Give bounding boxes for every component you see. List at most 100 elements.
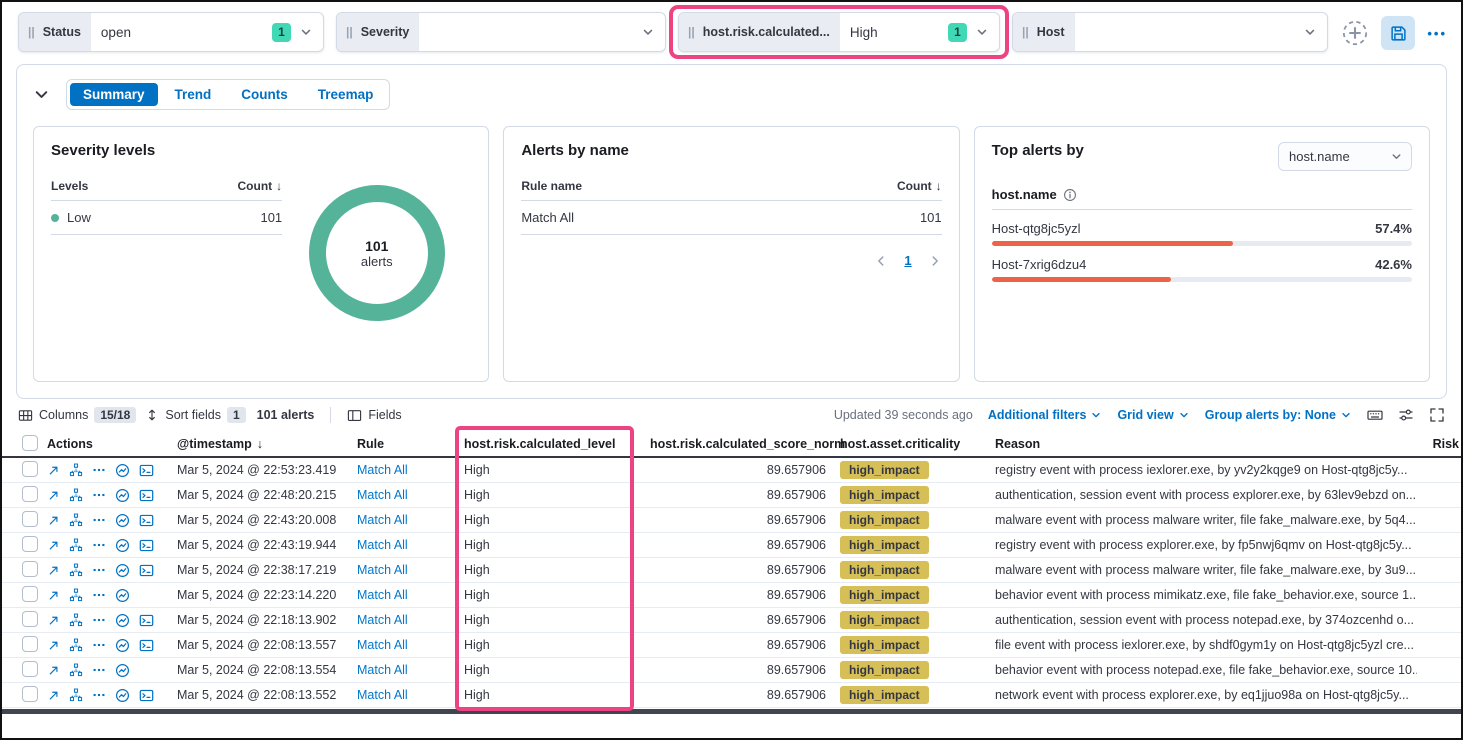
investigate-in-timeline-button[interactable] [115, 663, 130, 678]
header-risk-score[interactable]: host.risk.calculated_score_norm [650, 437, 840, 451]
group-alerts-by-button[interactable]: Group alerts by: None [1205, 408, 1352, 422]
analyzer-button[interactable] [69, 638, 83, 652]
row-checkbox[interactable] [22, 461, 38, 477]
alert-rule-link[interactable]: Match All [357, 463, 408, 477]
tab-treemap[interactable]: Treemap [305, 83, 387, 106]
alert-rule-link[interactable]: Match All [357, 663, 408, 677]
previous-page-button[interactable] [874, 254, 888, 268]
more-actions-button[interactable] [92, 663, 106, 677]
alert-rule-link[interactable]: Match All [357, 638, 408, 652]
save-query-button[interactable] [1381, 16, 1415, 50]
investigate-in-timeline-button[interactable] [115, 588, 130, 603]
filter-pill-host[interactable]: || Host [1012, 12, 1328, 52]
row-checkbox[interactable] [22, 586, 38, 602]
column-header-count[interactable]: Count ↓ [897, 179, 942, 193]
expand-alert-button[interactable] [47, 664, 60, 677]
analyzer-button[interactable] [69, 663, 83, 677]
expand-alert-button[interactable] [47, 514, 60, 527]
row-checkbox[interactable] [22, 686, 38, 702]
collapse-section-button[interactable] [33, 86, 50, 103]
expand-alert-button[interactable] [47, 639, 60, 652]
investigate-in-timeline-button[interactable] [115, 538, 130, 553]
session-view-button[interactable] [139, 463, 154, 478]
horizontal-scrollbar[interactable] [2, 709, 1461, 714]
alert-rule-link[interactable]: Match All [357, 488, 408, 502]
investigate-in-timeline-button[interactable] [115, 513, 130, 528]
tab-summary[interactable]: Summary [70, 83, 158, 106]
header-rule[interactable]: Rule [357, 437, 464, 451]
more-actions-button[interactable] [92, 613, 106, 627]
add-filter-button[interactable] [1341, 19, 1369, 47]
next-page-button[interactable] [928, 254, 942, 268]
grid-view-button[interactable]: Grid view [1117, 408, 1189, 422]
page-number-1[interactable]: 1 [904, 253, 911, 268]
expand-alert-button[interactable] [47, 614, 60, 627]
header-risk-level[interactable]: host.risk.calculated_level [464, 437, 650, 451]
header-criticality[interactable]: host.asset.criticality [840, 437, 995, 451]
analyzer-button[interactable] [69, 488, 83, 502]
row-checkbox[interactable] [22, 486, 38, 502]
analyzer-button[interactable] [69, 513, 83, 527]
alert-rule-link[interactable]: Match All [357, 538, 408, 552]
select-all-checkbox[interactable] [22, 435, 38, 451]
investigate-in-timeline-button[interactable] [115, 613, 130, 628]
tab-counts[interactable]: Counts [228, 83, 301, 106]
row-checkbox[interactable] [22, 661, 38, 677]
investigate-in-timeline-button[interactable] [115, 488, 130, 503]
fullscreen-button[interactable] [1429, 407, 1445, 423]
more-actions-button[interactable] [92, 588, 106, 602]
column-header-count[interactable]: Count ↓ [238, 179, 283, 193]
analyzer-button[interactable] [69, 688, 83, 702]
expand-alert-button[interactable] [47, 464, 60, 477]
investigate-in-timeline-button[interactable] [115, 463, 130, 478]
investigate-in-timeline-button[interactable] [115, 638, 130, 653]
display-options-button[interactable] [1398, 407, 1414, 423]
sort-fields-button[interactable]: Sort fields 1 [145, 407, 245, 423]
info-icon[interactable] [1063, 188, 1077, 202]
analyzer-button[interactable] [69, 613, 83, 627]
more-actions-button[interactable] [92, 638, 106, 652]
top-alerts-field-select[interactable]: host.name [1278, 142, 1412, 171]
analyzer-button[interactable] [69, 563, 83, 577]
row-checkbox[interactable] [22, 636, 38, 652]
tab-trend[interactable]: Trend [162, 83, 225, 106]
fields-button[interactable]: Fields [347, 408, 401, 423]
analyzer-button[interactable] [69, 463, 83, 477]
analyzer-button[interactable] [69, 588, 83, 602]
expand-alert-button[interactable] [47, 489, 60, 502]
filter-pill-host-risk[interactable]: || host.risk.calculated... High 1 [678, 12, 1000, 52]
column-header-levels[interactable]: Levels [51, 179, 88, 193]
expand-alert-button[interactable] [47, 564, 60, 577]
session-view-button[interactable] [139, 563, 154, 578]
column-header-rule-name[interactable]: Rule name [521, 179, 582, 193]
session-view-button[interactable] [139, 513, 154, 528]
row-checkbox[interactable] [22, 536, 38, 552]
more-actions-button[interactable] [92, 538, 106, 552]
investigate-in-timeline-button[interactable] [115, 563, 130, 578]
session-view-button[interactable] [139, 488, 154, 503]
alert-rule-link[interactable]: Match All [357, 688, 408, 702]
row-checkbox[interactable] [22, 561, 38, 577]
investigate-in-timeline-button[interactable] [115, 688, 130, 703]
row-checkbox[interactable] [22, 611, 38, 627]
additional-filters-button[interactable]: Additional filters [988, 408, 1103, 422]
saved-query-menu-button[interactable]: ••• [1427, 26, 1447, 41]
header-reason[interactable]: Reason [995, 437, 1417, 451]
keyboard-shortcuts-button[interactable] [1367, 407, 1383, 423]
more-actions-button[interactable] [92, 463, 106, 477]
filter-pill-status[interactable]: || Status open 1 [18, 12, 324, 52]
expand-alert-button[interactable] [47, 689, 60, 702]
session-view-button[interactable] [139, 638, 154, 653]
analyzer-button[interactable] [69, 538, 83, 552]
alert-rule-link[interactable]: Match All [357, 588, 408, 602]
header-timestamp[interactable]: @timestamp↓ [177, 437, 357, 451]
alert-rule-link[interactable]: Match All [357, 513, 408, 527]
columns-button[interactable]: Columns 15/18 [18, 407, 136, 423]
session-view-button[interactable] [139, 613, 154, 628]
more-actions-button[interactable] [92, 563, 106, 577]
session-view-button[interactable] [139, 688, 154, 703]
session-view-button[interactable] [139, 538, 154, 553]
expand-alert-button[interactable] [47, 589, 60, 602]
filter-pill-severity[interactable]: || Severity [336, 12, 666, 52]
more-actions-button[interactable] [92, 488, 106, 502]
